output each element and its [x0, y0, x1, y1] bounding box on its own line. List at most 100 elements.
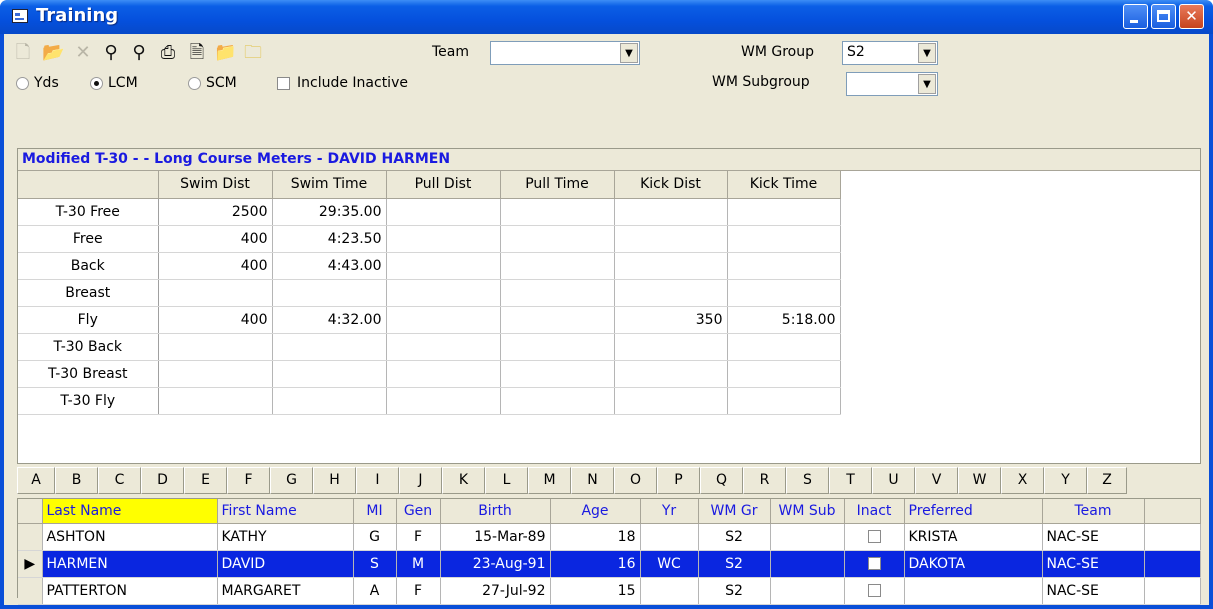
athlete-row[interactable]: PATTERTON MARGARET A F 27-Jul-92 15 S2 NAC-SE: [18, 577, 1201, 605]
athlete-cell-first[interactable]: DAVID: [217, 550, 354, 578]
athlete-cell-wm-sub[interactable]: [770, 550, 845, 578]
training-cell-swim-dist[interactable]: [158, 333, 273, 361]
folder-icon[interactable]: 📁: [214, 42, 236, 64]
training-cell-pull-dist[interactable]: [386, 225, 501, 253]
column-header[interactable]: Swim Time: [272, 171, 387, 199]
training-cell-swim-time[interactable]: 4:32.00: [272, 306, 387, 334]
alpha-button-z[interactable]: Z: [1087, 467, 1127, 494]
alpha-button-e[interactable]: E: [184, 467, 227, 494]
alpha-button-m[interactable]: M: [528, 467, 571, 494]
alpha-button-b[interactable]: B: [55, 467, 98, 494]
training-cell-kick-dist[interactable]: [614, 198, 728, 226]
alpha-button-w[interactable]: W: [958, 467, 1001, 494]
column-header-preferred[interactable]: Preferred: [904, 499, 1043, 524]
training-cell-pull-dist[interactable]: [386, 360, 501, 388]
chevron-down-icon[interactable]: ▼: [918, 74, 936, 94]
athlete-cell-preferred[interactable]: KRISTA: [904, 523, 1043, 551]
athlete-cell-mi[interactable]: A: [353, 577, 397, 605]
athlete-cell-preferred[interactable]: DAKOTA: [904, 550, 1043, 578]
chevron-down-icon[interactable]: ▼: [918, 43, 936, 63]
athlete-cell-last[interactable]: PATTERTON: [42, 577, 218, 605]
training-cell-swim-dist[interactable]: [158, 279, 273, 307]
alpha-button-n[interactable]: N: [571, 467, 614, 494]
athlete-cell-inact[interactable]: [844, 577, 905, 605]
training-cell-swim-dist[interactable]: 400: [158, 252, 273, 280]
training-cell-swim-time[interactable]: [272, 360, 387, 388]
minimize-button[interactable]: [1123, 4, 1148, 29]
folder-up-icon[interactable]: 🗀: [242, 42, 264, 64]
alpha-button-o[interactable]: O: [614, 467, 657, 494]
athlete-cell-wm-sub[interactable]: [770, 577, 845, 605]
inactive-checkbox[interactable]: [867, 557, 881, 570]
training-cell-kick-time[interactable]: [727, 198, 841, 226]
training-cell-kick-dist[interactable]: 350: [614, 306, 728, 334]
athletes-grid[interactable]: Last Name First Name MI Gen Birth Age Yr…: [18, 499, 1201, 605]
row-selector[interactable]: ▶: [18, 550, 43, 578]
include-inactive-checkbox[interactable]: [277, 77, 290, 90]
athlete-row[interactable]: ▶ HARMEN DAVID S M 23-Aug-91 16 WC S2 DAKOTA NAC-S…: [18, 550, 1201, 578]
athlete-cell-team[interactable]: NAC-SE: [1042, 550, 1145, 578]
find-icon[interactable]: ⚲: [100, 42, 122, 64]
training-cell-pull-time[interactable]: [500, 306, 615, 334]
athlete-cell-preferred[interactable]: [904, 577, 1043, 605]
athlete-cell-team[interactable]: NAC-SE: [1042, 523, 1145, 551]
column-header-gen[interactable]: Gen: [396, 499, 441, 524]
new-icon[interactable]: 🗋: [12, 42, 34, 64]
alpha-button-k[interactable]: K: [442, 467, 485, 494]
column-header-wm-sub[interactable]: WM Sub: [770, 499, 845, 524]
training-cell-kick-time[interactable]: [727, 252, 841, 280]
training-cell-pull-time[interactable]: [500, 225, 615, 253]
training-row[interactable]: T-30 Breast: [18, 360, 841, 388]
training-cell-kick-dist[interactable]: [614, 333, 728, 361]
training-cell-pull-time[interactable]: [500, 252, 615, 280]
athlete-cell-birth[interactable]: 27-Jul-92: [440, 577, 551, 605]
training-cell-swim-dist[interactable]: 400: [158, 306, 273, 334]
alpha-button-v[interactable]: V: [915, 467, 958, 494]
alpha-button-l[interactable]: L: [485, 467, 528, 494]
athlete-cell-wm-gr[interactable]: S2: [698, 577, 771, 605]
athlete-cell-gen[interactable]: F: [396, 523, 441, 551]
training-cell-swim-time[interactable]: 4:43.00: [272, 252, 387, 280]
athlete-cell-wm-gr[interactable]: S2: [698, 523, 771, 551]
athlete-cell-team[interactable]: NAC-SE: [1042, 577, 1145, 605]
athlete-cell-gen[interactable]: M: [396, 550, 441, 578]
alpha-button-s[interactable]: S: [786, 467, 829, 494]
row-selector[interactable]: [18, 523, 43, 551]
athlete-cell-wm-gr[interactable]: S2: [698, 550, 771, 578]
alpha-button-t[interactable]: T: [829, 467, 872, 494]
training-cell-pull-dist[interactable]: [386, 333, 501, 361]
athlete-cell-age[interactable]: 16: [550, 550, 641, 578]
maximize-button[interactable]: [1151, 4, 1176, 29]
training-cell-kick-time[interactable]: [727, 279, 841, 307]
open-icon[interactable]: 📂: [42, 42, 64, 64]
alpha-button-f[interactable]: F: [227, 467, 270, 494]
training-row[interactable]: Breast: [18, 279, 841, 307]
print-icon[interactable]: ⎙: [157, 42, 179, 64]
training-cell-kick-time[interactable]: [727, 333, 841, 361]
training-cell-swim-time[interactable]: [272, 387, 387, 415]
athlete-cell-first[interactable]: KATHY: [217, 523, 354, 551]
alpha-button-i[interactable]: I: [356, 467, 399, 494]
athlete-cell-birth[interactable]: 23-Aug-91: [440, 550, 551, 578]
training-cell-swim-dist[interactable]: 2500: [158, 198, 273, 226]
training-cell-kick-dist[interactable]: [614, 387, 728, 415]
wm-subgroup-select[interactable]: ▼: [846, 72, 938, 96]
alpha-button-r[interactable]: R: [743, 467, 786, 494]
chevron-down-icon[interactable]: ▼: [620, 43, 638, 63]
alpha-button-p[interactable]: P: [657, 467, 700, 494]
training-cell-swim-time[interactable]: [272, 333, 387, 361]
athlete-cell-yr[interactable]: [640, 577, 699, 605]
column-header-birth[interactable]: Birth: [440, 499, 551, 524]
column-header-inact[interactable]: Inact: [844, 499, 905, 524]
training-cell-pull-time[interactable]: [500, 387, 615, 415]
find-next-icon[interactable]: ⚲: [128, 42, 150, 64]
training-cell-kick-time[interactable]: 5:18.00: [727, 306, 841, 334]
training-cell-kick-time[interactable]: [727, 360, 841, 388]
training-cell-swim-time[interactable]: 4:23.50: [272, 225, 387, 253]
training-cell-pull-dist[interactable]: [386, 252, 501, 280]
inactive-checkbox[interactable]: [867, 530, 881, 543]
column-header[interactable]: Kick Time: [727, 171, 841, 199]
training-row[interactable]: Free 400 4:23.50: [18, 225, 841, 253]
training-cell-pull-dist[interactable]: [386, 198, 501, 226]
radio-yds[interactable]: [16, 77, 29, 90]
